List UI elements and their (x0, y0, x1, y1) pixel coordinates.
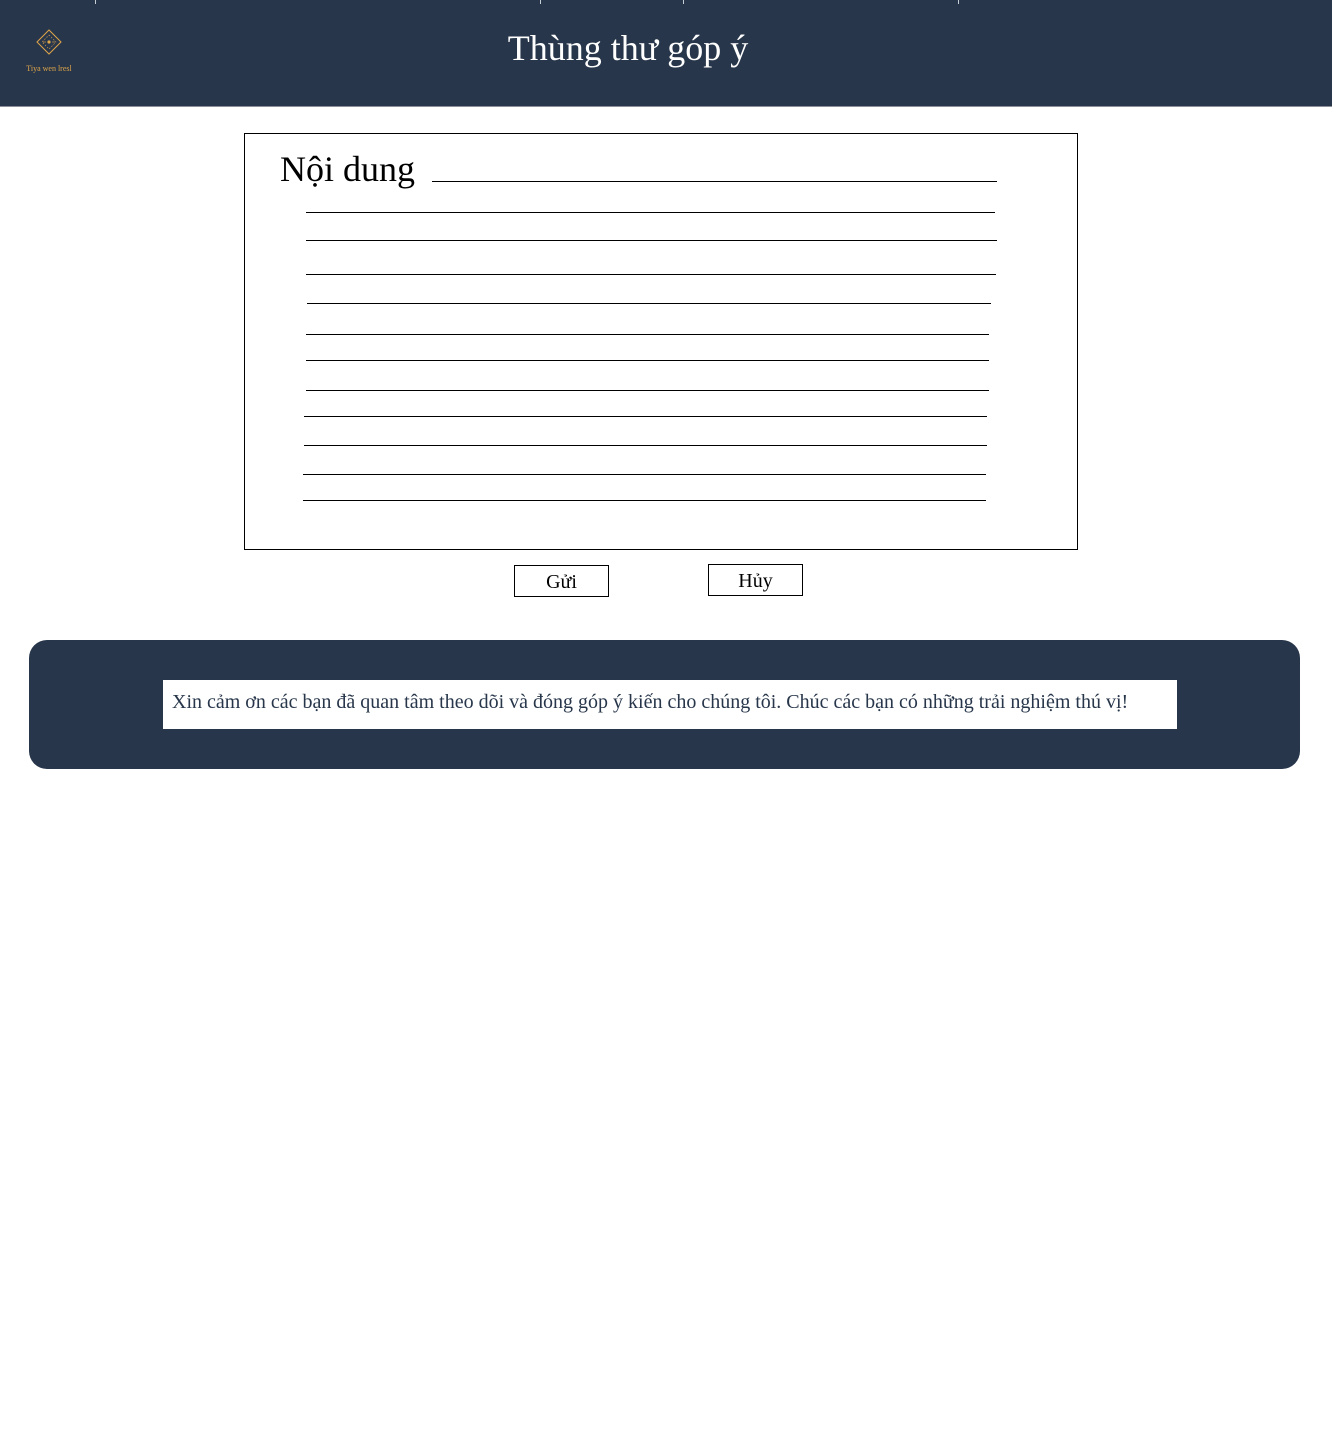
header-divider-tick (540, 0, 541, 4)
content-input-line[interactable] (307, 303, 991, 304)
page-header: Tiya wen lresl Thùng thư góp ý (0, 0, 1332, 107)
content-input-line[interactable] (303, 500, 986, 501)
content-input-line[interactable] (304, 445, 987, 446)
content-input-line[interactable] (304, 416, 987, 417)
content-input-line[interactable] (303, 474, 986, 475)
content-input-line[interactable] (306, 274, 996, 275)
cancel-button[interactable]: Hủy (708, 564, 803, 596)
header-divider-tick (958, 0, 959, 4)
content-input-line[interactable] (306, 334, 989, 335)
submit-button[interactable]: Gửi (514, 565, 609, 597)
content-input-line[interactable] (432, 181, 997, 182)
page-title: Thùng thư góp ý (507, 28, 749, 68)
content-label: Nội dung (280, 149, 415, 189)
content-input-line[interactable] (306, 390, 989, 391)
header-divider-tick (95, 0, 96, 4)
content-input-line[interactable] (306, 240, 997, 241)
content-input-line[interactable] (306, 360, 989, 361)
thank-you-message: Xin cảm ơn các bạn đã quan tâm theo dõi … (163, 680, 1177, 729)
feedback-form: Nội dung (244, 133, 1078, 550)
content-input-line[interactable] (306, 212, 995, 213)
page-footer: Xin cảm ơn các bạn đã quan tâm theo dõi … (29, 640, 1300, 769)
header-divider-tick (683, 0, 684, 4)
